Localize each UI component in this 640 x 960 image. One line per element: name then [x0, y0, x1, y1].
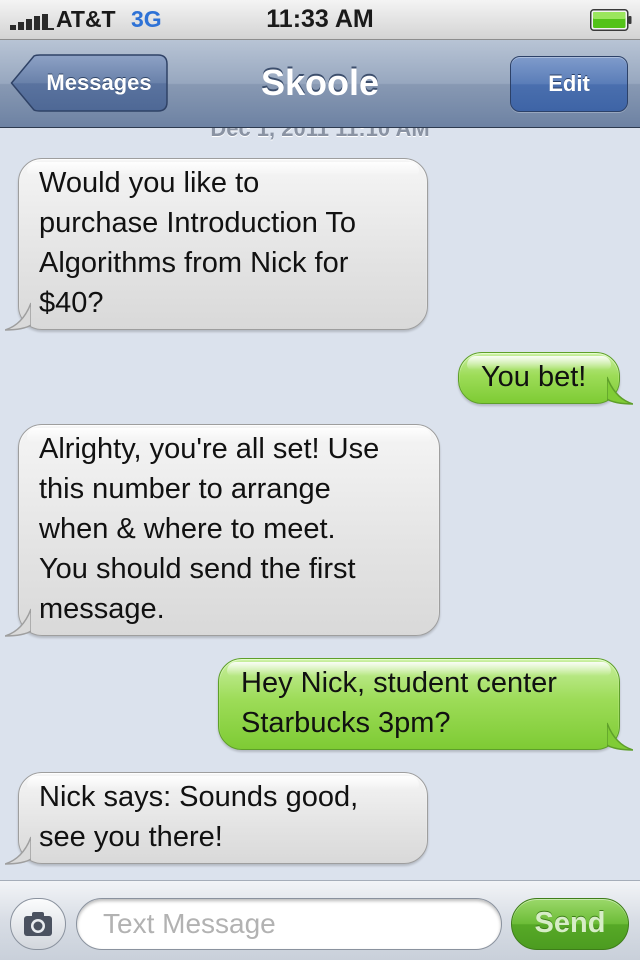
message-line: Hey Nick, student center — [241, 667, 557, 699]
message-line: see you there! — [39, 821, 223, 853]
message-line: Nick says: Sounds good, — [39, 781, 359, 813]
bubble-tail — [5, 836, 31, 865]
message-line: Starbucks 3pm? — [241, 707, 451, 739]
text-message-input[interactable] — [76, 898, 502, 950]
message-bubble-incoming[interactable]: Alrighty, you're all set! Use this numbe… — [5, 424, 440, 637]
message-bubble-outgoing[interactable]: You bet! — [458, 352, 633, 405]
conversation-thread[interactable]: Dec 1, 2011 11:10 AM Would you like to p… — [0, 128, 640, 880]
message-input-bar: Send — [0, 880, 640, 960]
contact-title: Skoole — [260, 62, 380, 103]
message-line: message. — [39, 593, 165, 625]
send-button[interactable]: Send — [511, 898, 629, 950]
status-bar: AT&T 3G 11:33 AM — [0, 0, 640, 40]
date-stamp: Dec 1, 2011 11:10 AM — [210, 128, 430, 141]
back-button-label: Messages — [46, 70, 152, 95]
message-bubble-outgoing[interactable]: Hey Nick, student center Starbucks 3pm? — [218, 658, 633, 751]
message-line: purchase Introduction To — [39, 207, 357, 239]
back-messages-button[interactable]: Messages — [10, 54, 168, 112]
status-time: 11:33 AM — [266, 5, 374, 33]
message-line: Would you like to — [39, 167, 260, 199]
message-line: Algorithms from Nick for — [39, 247, 349, 279]
camera-icon — [24, 912, 52, 936]
message-bubble-incoming[interactable]: Nick says: Sounds good, see you there! — [5, 772, 428, 865]
battery-icon — [590, 9, 632, 31]
edit-button[interactable]: Edit — [510, 56, 628, 112]
message-bubble-incoming[interactable]: Would you like to purchase Introduction … — [5, 158, 428, 331]
message-line: this number to arrange — [39, 473, 331, 505]
bubble-tail — [5, 302, 31, 331]
bubble-tail — [607, 376, 633, 405]
bubble-tail — [607, 722, 633, 751]
navigation-bar: Messages Skoole Edit — [0, 40, 640, 128]
message-line: You bet! — [481, 361, 587, 393]
message-line: when & where to meet. — [39, 513, 336, 545]
messages-screen: AT&T 3G 11:33 AM Messages Skoole Edit De… — [0, 0, 640, 960]
message-line: You should send the first — [39, 553, 356, 585]
camera-button[interactable] — [10, 898, 66, 950]
message-line: Alrighty, you're all set! Use — [39, 433, 380, 465]
message-line: $40? — [39, 287, 104, 319]
bubble-tail — [5, 608, 31, 637]
